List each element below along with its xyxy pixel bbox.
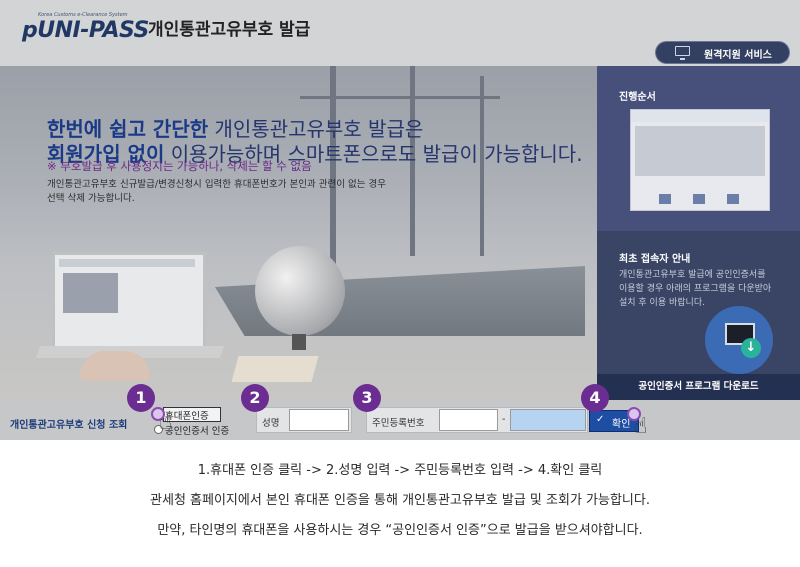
page-title: 개인통관고유부호 발급 [148, 20, 311, 40]
book-illustration [231, 356, 319, 382]
hero-description: 개인통관고유부호 신규발급/변경신청시 입력한 휴대폰번호가 본인과 관련이 없… [47, 178, 386, 206]
first-user-desc-line: 이용할 경우 아래의 프로그램을 다운받아 [619, 284, 772, 294]
remote-support-label: 원격지원 서비스 [704, 50, 772, 61]
name-label: 성명 [262, 418, 280, 429]
header: Korea Customs e-Clearance System pUNI-PA… [0, 0, 800, 66]
remote-support-button[interactable]: 원격지원 서비스 [656, 42, 789, 63]
instruction-line-3: 만약, 타인명의 휴대폰을 사용하시는 경우 “공인인증서 인증”으로 발급을 … [157, 523, 643, 538]
step-badge-4: 4 [581, 384, 609, 412]
globe-illustration [255, 246, 345, 336]
name-input[interactable] [289, 409, 349, 431]
cert-auth-label[interactable]: 공인인증서 인증 [165, 423, 229, 437]
progress-thumbnail[interactable] [630, 109, 770, 211]
instruction-line-1: 1.휴대폰 인증 클릭 -> 2.성명 입력 -> 주민등록번호 입력 -> 4… [197, 463, 603, 478]
form-label: 개인통관고유부호 신청 조회 [10, 420, 128, 431]
progress-section: 진행순서 [597, 66, 800, 231]
hero-note: ※ 부호발급 후 사용정지는 가능하나, 삭제는 할 수 없음 [47, 159, 312, 173]
first-user-title: 최초 접속자 안내 [619, 254, 691, 265]
uni-pass-logo[interactable]: Korea Customs e-Clearance System pUNI-PA… [22, 12, 149, 46]
hand-pointer-icon: ☝ [159, 410, 173, 435]
step-badge-1: 1 [127, 384, 155, 412]
crane-illustration [300, 96, 500, 99]
rrn-label: 주민등록번호 [372, 418, 425, 429]
first-user-desc-line: 개인통관고유부호 발급에 공인인증서를 [619, 270, 766, 280]
rrn-front-input[interactable] [439, 409, 498, 431]
monitor-icon [675, 46, 690, 60]
rrn-back-input[interactable] [510, 409, 586, 431]
logo-text: pUNI-PASS [22, 18, 149, 43]
hero-desc-line: 선택 삭제 가능합니다. [47, 193, 135, 204]
rrn-separator: - [502, 414, 506, 425]
laptop-illustration [52, 252, 206, 350]
first-user-description: 개인통관고유부호 발급에 공인인증서를 이용할 경우 아래의 프로그램을 다운받… [619, 268, 781, 310]
cert-program-download-button[interactable]: 공인인증서 프로그램 다운로드 [597, 374, 800, 400]
hand-pointer-icon: ☝ [634, 414, 648, 439]
side-panel: 진행순서 최초 접속자 안내 개인통관고유부호 발급에 공인인증서를 이용할 경… [597, 66, 800, 400]
first-user-desc-line: 설치 후 이용 바랍니다. [619, 298, 705, 308]
step-badge-3: 3 [353, 384, 381, 412]
download-icon: ↓ [741, 338, 761, 358]
globe-stand [292, 334, 306, 350]
instruction-line-2: 관세청 홈페이지에서 본인 휴대폰 인증을 통해 개인통관고유부호 발급 및 조… [150, 493, 650, 508]
hero-desc-line: 개인통관고유부호 신규발급/변경신청시 입력한 휴대폰번호가 본인과 관련이 없… [47, 179, 386, 190]
progress-title: 진행순서 [619, 92, 656, 103]
application-form-bar: 개인통관고유부호 신청 조회 휴대폰인증 공인인증서 인증 성명 주민등록번호 … [0, 400, 800, 440]
hero-banner: 한번에 쉽고 간단한 개인통관고유부호 발급은 회원가입 없이 이용가능하며 스… [0, 66, 597, 400]
check-icon: ✓ [596, 414, 605, 425]
step-badge-2: 2 [241, 384, 269, 412]
hands-illustration [80, 351, 150, 381]
